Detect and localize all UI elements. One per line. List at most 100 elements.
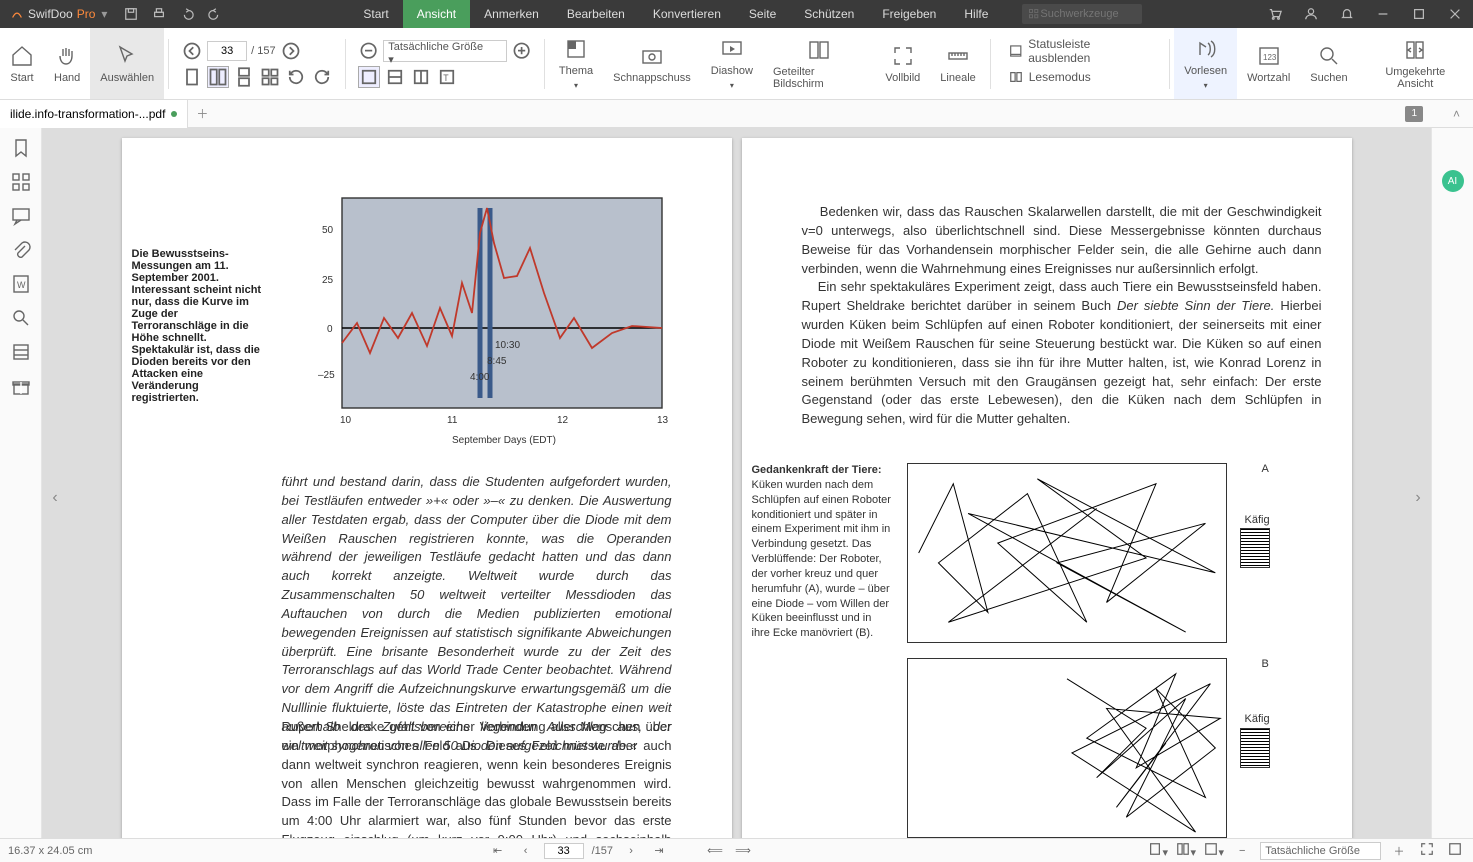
fit-width-icon[interactable] xyxy=(384,66,406,88)
status-zoom-select[interactable]: Tatsächliche Größe xyxy=(1260,842,1381,860)
app-name: SwifDoo xyxy=(28,7,73,21)
zoom-in-icon[interactable] xyxy=(511,40,532,62)
status-layout3-icon[interactable]: ▾ xyxy=(1204,842,1224,859)
ribbon-split[interactable]: Geteilter Bildschirm xyxy=(763,28,875,99)
menu-freigeben[interactable]: Freigeben xyxy=(868,0,950,28)
ribbon-theme[interactable]: Thema▾ xyxy=(549,28,603,99)
svg-text:12: 12 xyxy=(557,415,569,426)
ribbon-fullscreen[interactable]: Vollbild xyxy=(875,28,930,99)
bell-icon[interactable] xyxy=(1329,0,1365,28)
search-side-icon[interactable] xyxy=(11,308,31,328)
rotate-ccw-icon[interactable] xyxy=(311,66,333,88)
left-para1: führt und bestand darin, dass die Studen… xyxy=(282,473,672,756)
ribbon-select[interactable]: Auswählen xyxy=(90,28,164,99)
rotate-cw-icon[interactable] xyxy=(285,66,307,88)
tab-active[interactable]: ilide.info-transformation-...pdf xyxy=(0,100,188,128)
minimize-icon[interactable] xyxy=(1365,0,1401,28)
add-tab-icon[interactable]: ＋ xyxy=(188,105,216,122)
modified-dot-icon xyxy=(171,111,177,117)
ribbon-wordcount[interactable]: 123Wortzahl xyxy=(1237,28,1300,99)
comments-icon[interactable] xyxy=(11,206,31,226)
cage-box-a xyxy=(1240,528,1270,568)
menu-konvertieren[interactable]: Konvertieren xyxy=(639,0,735,28)
ribbon-slideshow[interactable]: Diashow▾ xyxy=(701,28,763,99)
layout-two-icon[interactable] xyxy=(207,66,229,88)
ribbon-read-mode[interactable]: Lesemodus xyxy=(1003,67,1158,87)
close-icon[interactable] xyxy=(1437,0,1473,28)
svg-text:September Days (EDT): September Days (EDT) xyxy=(452,435,556,446)
print-icon[interactable] xyxy=(145,0,173,28)
status-dimensions: 16.37 x 24.05 cm xyxy=(8,845,92,857)
ribbon-hand[interactable]: Hand xyxy=(44,28,90,99)
thumbnails-icon[interactable] xyxy=(11,172,31,192)
main-menu: Start Ansicht Anmerken Bearbeiten Konver… xyxy=(349,0,1002,28)
menu-seite[interactable]: Seite xyxy=(735,0,790,28)
svg-text:11: 11 xyxy=(447,415,458,426)
nav-prev-icon[interactable]: ‹ xyxy=(46,483,64,513)
ribbon-reverse[interactable]: Umgekehrte Ansicht xyxy=(1358,28,1473,99)
ai-assistant-icon[interactable]: AI xyxy=(1442,170,1464,192)
cart-icon[interactable] xyxy=(1257,0,1293,28)
fit-height-icon[interactable] xyxy=(410,66,432,88)
maximize-icon[interactable] xyxy=(1401,0,1437,28)
save-icon[interactable] xyxy=(117,0,145,28)
zoom-select[interactable]: Tatsächliche Größe ▾ xyxy=(383,40,506,62)
status-fit-icon[interactable] xyxy=(1445,842,1465,859)
menu-anmerken[interactable]: Anmerken xyxy=(470,0,553,28)
page-next-icon[interactable] xyxy=(280,40,302,62)
right-sidebar: AI xyxy=(1431,128,1473,838)
status-zoom-out-icon[interactable]: − xyxy=(1232,845,1252,857)
fit-actual-icon[interactable]: T xyxy=(436,66,458,88)
first-page-icon[interactable]: ⇤ xyxy=(488,844,508,857)
document-viewer[interactable]: ‹ Die Bewusstseins-Messungen am 11. Sept… xyxy=(42,128,1431,838)
bookmark-icon[interactable] xyxy=(11,138,31,158)
ribbon-snapshot[interactable]: Schnappschuss xyxy=(603,28,701,99)
menu-bearbeiten[interactable]: Bearbeiten xyxy=(553,0,639,28)
next-page-icon[interactable]: › xyxy=(621,845,641,857)
page-prev-icon[interactable] xyxy=(181,40,203,62)
layout-single-icon[interactable] xyxy=(181,66,203,88)
menu-start[interactable]: Start xyxy=(349,0,402,28)
view-back-icon[interactable]: ⟸ xyxy=(705,844,725,857)
redo-icon[interactable] xyxy=(201,0,229,28)
last-page-icon[interactable]: ⇥ xyxy=(649,844,669,857)
page-input[interactable] xyxy=(207,41,247,61)
fit-page-icon[interactable] xyxy=(358,66,380,88)
menu-schuetzen[interactable]: Schützen xyxy=(790,0,868,28)
gift-icon[interactable] xyxy=(11,376,31,396)
page-badge: 1 xyxy=(1405,106,1423,122)
ribbon-search[interactable]: Suchen xyxy=(1300,28,1357,99)
view-fwd-icon[interactable]: ⟹ xyxy=(733,844,753,857)
illustration-b xyxy=(907,658,1227,838)
prev-page-icon[interactable]: ‹ xyxy=(516,845,536,857)
svg-text:13: 13 xyxy=(657,415,669,426)
ribbon-hide-status[interactable]: Statusleiste ausblenden xyxy=(1003,41,1158,61)
svg-text:W: W xyxy=(17,280,26,290)
status-page-input[interactable] xyxy=(544,843,584,859)
ribbon-start[interactable]: Start xyxy=(0,28,44,99)
attachments-icon[interactable] xyxy=(11,240,31,260)
layers-icon[interactable] xyxy=(11,342,31,362)
status-layout1-icon[interactable]: ▾ xyxy=(1148,842,1168,859)
app-suffix: Pro xyxy=(77,7,96,21)
layout-grid-icon[interactable] xyxy=(259,66,281,88)
menu-ansicht[interactable]: Ansicht xyxy=(403,0,470,28)
tool-search-input[interactable] xyxy=(1040,8,1130,20)
status-layout2-icon[interactable]: ▾ xyxy=(1176,842,1196,859)
menu-hilfe[interactable]: Hilfe xyxy=(950,0,1002,28)
layout-cont-icon[interactable] xyxy=(233,66,255,88)
ribbon-read-aloud[interactable]: Vorlesen▾ xyxy=(1174,28,1237,99)
word-icon[interactable]: W xyxy=(11,274,31,294)
cage-box-b xyxy=(1240,728,1270,768)
status-bar: 16.37 x 24.05 cm ⇤ ‹ /157 › ⇥ ⟸ ⟹ ▾ ▾ ▾ … xyxy=(0,838,1473,862)
tool-search[interactable] xyxy=(1022,4,1142,24)
status-fullscreen-icon[interactable] xyxy=(1417,842,1437,859)
user-icon[interactable] xyxy=(1293,0,1329,28)
ribbon-rulers[interactable]: Lineale xyxy=(930,28,985,99)
zoom-out-icon[interactable] xyxy=(358,40,379,62)
right-caption: Gedankenkraft der Tiere: Küken wurden na… xyxy=(752,463,892,641)
status-zoom-in-icon[interactable]: ＋ xyxy=(1389,843,1409,859)
collapse-ribbon-icon[interactable]: ˄ xyxy=(1453,107,1473,121)
undo-icon[interactable] xyxy=(173,0,201,28)
nav-next-icon[interactable]: › xyxy=(1409,483,1427,513)
